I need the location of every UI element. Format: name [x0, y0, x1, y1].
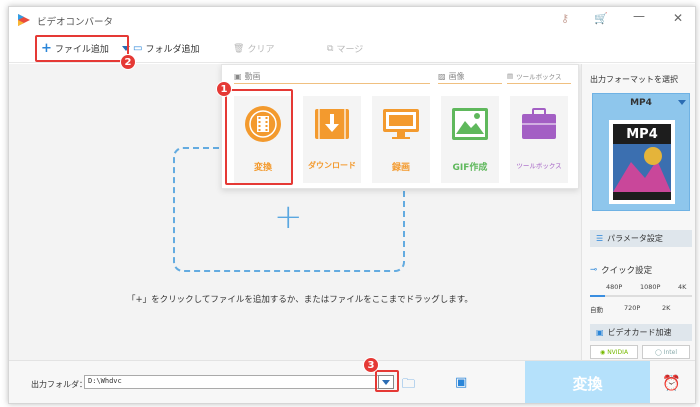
- mp4-icon-text: MP4: [626, 127, 658, 142]
- tool-toolbox[interactable]: ツールボックス: [510, 96, 568, 183]
- close-button[interactable]: ✕: [673, 11, 683, 25]
- output-location-icon[interactable]: ▣: [455, 375, 467, 390]
- chevron-down-icon[interactable]: [678, 100, 686, 105]
- app-logo-icon: [18, 14, 30, 26]
- tool-download[interactable]: ダウンロード: [303, 96, 361, 183]
- scale-4k: 4K: [678, 283, 687, 291]
- trash-icon: 🗑: [233, 43, 245, 54]
- merge-button[interactable]: ⧉ マージ: [327, 42, 364, 56]
- quality-slider[interactable]: [590, 295, 692, 297]
- gpu-accel-button[interactable]: ▣ ビデオカード加速: [590, 324, 692, 341]
- sliders-icon: ☰: [596, 234, 604, 243]
- app-window: ビデオコンバータ ⚷ 🛒 — ✕ + ファイル追加 ▭ フォルダ追加 🗑 クリア…: [8, 6, 696, 404]
- category-toolbox-label: ツールボックス: [516, 73, 562, 81]
- category-divider: [438, 83, 502, 84]
- key-icon[interactable]: ⚷: [561, 12, 569, 25]
- parameter-settings-label: パラメータ設定: [607, 234, 663, 243]
- category-divider: [234, 83, 430, 84]
- screen-record-icon: [383, 109, 419, 139]
- nvidia-label: NVIDIA: [607, 348, 629, 356]
- output-folder-label: 出力フォルダ：: [31, 380, 87, 389]
- quality-slider-fill: [590, 295, 606, 297]
- annotation-badge-2: 2: [120, 54, 136, 70]
- category-image: ▨ 画像: [438, 71, 465, 82]
- gif-image-icon: [452, 108, 488, 140]
- app-title: ビデオコンバータ: [37, 17, 114, 28]
- minimize-button[interactable]: —: [633, 9, 645, 23]
- tool-record[interactable]: 録画: [372, 96, 430, 183]
- scale-1080p: 1080P: [640, 283, 661, 291]
- quick-settings-label: クイック設定: [601, 266, 653, 276]
- output-folder-input[interactable]: D:\Whdvc: [84, 375, 387, 389]
- bottom-bar: 出力フォルダ： D:\Whdvc 🗀 ▣ 変換 ⏰: [9, 360, 695, 403]
- title-bar: ビデオコンバータ ⚷ 🛒 — ✕: [9, 7, 695, 33]
- merge-icon: ⧉: [327, 43, 334, 54]
- annotation-box-convert: [225, 89, 293, 185]
- nvidia-badge[interactable]: ◉ NVIDIA: [590, 345, 638, 359]
- alarm-clock-icon[interactable]: ⏰: [662, 374, 681, 392]
- annotation-box-add-file: [35, 35, 129, 62]
- download-icon: [315, 109, 349, 139]
- intel-logo-icon: ◯: [654, 348, 662, 356]
- toolbox-icon: [522, 108, 556, 139]
- add-folder-button[interactable]: ▭ フォルダ追加: [133, 42, 199, 55]
- toolbox-small-icon: ▤: [507, 72, 514, 80]
- drop-area[interactable]: + 「+」をクリックしてファイルを追加するか、またはファイルをここまでドラッグし…: [9, 64, 581, 360]
- category-divider: [507, 83, 571, 84]
- tool-record-label: 録画: [391, 163, 410, 173]
- tool-gif[interactable]: GIF作成: [441, 96, 499, 183]
- intel-label: Intel: [663, 348, 677, 356]
- video-icon: ▣: [234, 72, 242, 81]
- open-folder-icon[interactable]: 🗀: [402, 375, 415, 397]
- slider-icon: ⊸: [590, 265, 598, 275]
- tool-download-label: ダウンロード: [308, 161, 356, 170]
- add-folder-label: フォルダ追加: [145, 45, 200, 55]
- annotation-badge-1: 1: [216, 81, 232, 97]
- clear-button[interactable]: 🗑 クリア: [233, 42, 275, 56]
- image-icon: ▨: [438, 72, 446, 81]
- format-name: MP4: [630, 98, 652, 108]
- format-panel: 出力フォーマットを選択 MP4 MP4 ☰ パラメータ設定 ⊸ クイック設定 4…: [581, 64, 695, 360]
- chip-icon: ▣: [596, 328, 604, 337]
- format-panel-title: 出力フォーマットを選択: [590, 75, 678, 84]
- scale-720p: 720P: [624, 304, 641, 312]
- format-selector[interactable]: MP4 MP4: [592, 93, 690, 211]
- category-video: ▣ 動画: [234, 71, 261, 82]
- quick-settings: ⊸ クイック設定: [590, 264, 652, 276]
- cart-icon[interactable]: 🛒: [594, 12, 608, 25]
- scale-480p: 480P: [606, 283, 623, 291]
- intel-badge[interactable]: ◯ Intel: [642, 345, 690, 359]
- parameter-settings-button[interactable]: ☰ パラメータ設定: [590, 230, 692, 247]
- category-toolbox: ▤ ツールボックス: [507, 71, 561, 81]
- category-video-label: 動画: [244, 72, 261, 81]
- add-plus-icon[interactable]: +: [274, 200, 303, 234]
- merge-label: マージ: [336, 45, 364, 55]
- scale-auto: 自動: [590, 306, 603, 314]
- category-image-label: 画像: [448, 72, 465, 81]
- annotation-badge-3: 3: [363, 357, 379, 373]
- tool-toolbox-label: ツールボックス: [516, 162, 562, 170]
- folder-icon: ▭: [133, 43, 143, 54]
- scale-2k: 2K: [662, 304, 671, 312]
- tool-gif-label: GIF作成: [452, 163, 488, 173]
- convert-button[interactable]: 変換: [525, 361, 650, 403]
- annotation-box-dropdown: [375, 370, 399, 392]
- clear-label: クリア: [247, 45, 275, 55]
- drop-hint: 「+」をクリックしてファイルを追加するか、またはファイルをここまでドラッグします…: [127, 295, 473, 305]
- gpu-accel-label: ビデオカード加速: [607, 328, 672, 337]
- nvidia-logo-icon: ◉: [599, 348, 606, 356]
